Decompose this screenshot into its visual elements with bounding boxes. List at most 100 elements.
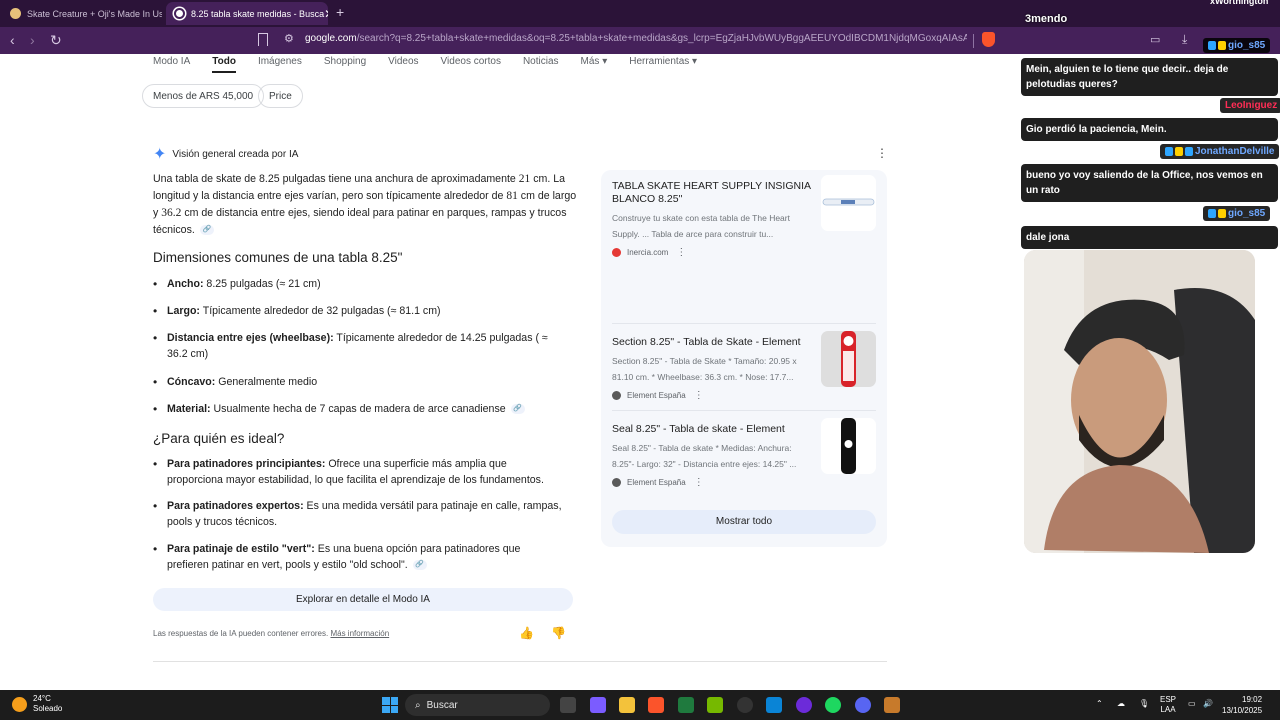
tab-herramientas[interactable]: Herramientas ▾ — [629, 56, 697, 67]
more-options-icon[interactable]: ⋮ — [676, 247, 686, 258]
task-view-icon[interactable] — [560, 697, 576, 713]
more-info-link[interactable]: Más información — [330, 629, 389, 638]
chat-message: dale jona — [1021, 226, 1278, 249]
tab-noticias[interactable]: Noticias — [523, 56, 559, 67]
clock-time: 19:02 — [1242, 695, 1263, 704]
weather-widget[interactable]: 24°C Soleado — [12, 694, 62, 714]
chat-username: xWorthington — [1210, 0, 1269, 6]
onedrive-icon[interactable]: ☁ — [1117, 699, 1125, 708]
site-name: Inercia.com — [627, 248, 669, 257]
more-options-icon[interactable]: ⋮ — [694, 390, 704, 401]
source-link-icon[interactable]: 🔗 — [510, 404, 525, 415]
close-tab-icon[interactable]: ✕ — [324, 7, 328, 21]
browser-tab-skate-creature[interactable]: Skate Creature + Oji's Made In Usa A — [2, 2, 162, 25]
list-item: Distancia entre ejes (wheelbase): Típica… — [153, 330, 565, 362]
source-card[interactable]: TABLA SKATE HEART SUPPLY INSIGNIA BLANCO… — [612, 175, 876, 258]
source-site: Element España ⋮ — [612, 477, 876, 488]
volume-icon[interactable]: 🔊 — [1203, 699, 1213, 708]
url-field[interactable]: google.com/search?q=8.25+tabla+skate+med… — [305, 33, 967, 44]
summary-number: 81 — [506, 190, 518, 202]
item-text: Usualmente hecha de 7 capas de madera de… — [210, 403, 506, 415]
tab-shopping[interactable]: Shopping — [324, 56, 366, 67]
download-icon[interactable]: ⤓ — [1182, 32, 1187, 47]
temperature: 24°C — [33, 694, 51, 703]
thumbs-up-icon[interactable]: 👍 — [519, 626, 534, 640]
keyboard-region: LAA — [1160, 705, 1176, 714]
twitch-icon[interactable] — [796, 697, 812, 713]
more-options-icon[interactable]: ⋮ — [694, 477, 704, 488]
explore-ai-mode-button[interactable]: Explorar en detalle el Modo IA — [153, 588, 573, 611]
search-results-page: Modo IA Todo Imágenes Shopping Videos Vi… — [0, 54, 1020, 690]
skateboard-deck-image-icon — [841, 331, 856, 387]
network-icon[interactable]: ▭ — [1188, 699, 1196, 708]
system-clock[interactable]: 19:02 13/10/2025 — [1222, 694, 1262, 716]
list-item: Para patinadores expertos: Es una medida… — [153, 498, 575, 530]
tab-videos[interactable]: Videos — [388, 56, 418, 67]
source-card[interactable]: Section 8.25" - Tabla de Skate - Element… — [612, 331, 876, 401]
source-site: Element España ⋮ — [612, 390, 876, 401]
source-link-icon[interactable]: 🔗 — [199, 225, 214, 236]
discord-icon[interactable] — [855, 697, 871, 713]
spotify-icon[interactable] — [825, 697, 841, 713]
source-snippet: Seal 8.25" - Tabla de skate * Medidas: A… — [612, 443, 797, 469]
search-placeholder: Buscar — [426, 699, 458, 711]
copilot-icon[interactable] — [590, 697, 606, 713]
browser-tab-search[interactable]: 8.25 tabla skate medidas - Busca ✕ — [166, 2, 328, 25]
new-tab-button[interactable]: + — [336, 4, 344, 20]
forward-arrow-icon[interactable]: › — [30, 32, 35, 48]
taskbar-search[interactable]: ⌕ Buscar — [405, 694, 550, 716]
tab-videos-cortos[interactable]: Videos cortos — [441, 56, 501, 67]
item-label: Para patinadores expertos: — [167, 500, 304, 512]
brave-browser-icon[interactable] — [648, 697, 664, 713]
tray-chevron-icon[interactable]: ⌃ — [1096, 699, 1103, 708]
reload-icon[interactable]: ↻ — [50, 32, 62, 49]
source-card[interactable]: Seal 8.25" - Tabla de skate - Element Se… — [612, 418, 876, 488]
file-explorer-icon[interactable] — [619, 697, 635, 713]
tab-imagenes[interactable]: Imágenes — [258, 56, 302, 67]
ai-overview-title: Visión general creada por IA — [172, 148, 299, 160]
filter-chip-price[interactable]: Price — [258, 84, 303, 108]
tab-title: Skate Creature + Oji's Made In Usa A — [27, 8, 162, 19]
show-all-sources-button[interactable]: Mostrar todo — [612, 510, 876, 534]
sidebar-icon[interactable]: ▭ — [1150, 33, 1160, 46]
tab-todo[interactable]: Todo — [212, 56, 236, 73]
nvidia-icon[interactable] — [707, 697, 723, 713]
back-arrow-icon[interactable]: ‹ — [10, 32, 15, 48]
language-indicator[interactable]: ESP LAA — [1160, 695, 1176, 715]
skateboard-thumbnail — [821, 418, 876, 474]
brave-shield-icon[interactable] — [982, 32, 995, 47]
site-settings-icon[interactable]: ⚙ — [284, 32, 294, 45]
thumbs-down-icon[interactable]: 👎 — [551, 626, 566, 640]
sun-icon — [12, 696, 27, 712]
chat-username: JonathanDelville — [1160, 144, 1280, 159]
filter-chip-price-range[interactable]: Menos de ARS 45,000 — [142, 84, 265, 108]
more-options-icon[interactable]: ⋮ — [876, 146, 888, 160]
item-label: Para patinadores principiantes: — [167, 458, 326, 470]
site-name: Element España — [627, 478, 686, 487]
gemini-sparkle-icon: ✦ — [153, 146, 167, 163]
summary-number: 21 — [518, 173, 531, 185]
badge-icon — [1208, 41, 1216, 50]
excel-icon[interactable] — [678, 697, 694, 713]
site-logo-icon — [612, 391, 621, 400]
badge-icon — [1208, 209, 1216, 218]
username-text: gio_s85 — [1228, 40, 1266, 51]
source-title: Seal 8.25" - Tabla de skate - Element — [612, 423, 785, 435]
tab-modo-ia[interactable]: Modo IA — [153, 56, 190, 67]
store-icon[interactable] — [766, 697, 782, 713]
bookmark-icon[interactable] — [258, 33, 268, 46]
microphone-icon[interactable]: 🎙 — [1139, 699, 1149, 708]
app-icon[interactable] — [884, 697, 900, 713]
chat-message: Gio perdió la paciencia, Mein. — [1021, 118, 1278, 141]
source-snippet: Construye tu skate con esta tabla de The… — [612, 213, 790, 239]
list-item: Para patinaje de estilo "vert": Es una b… — [153, 541, 555, 573]
windows-start-icon[interactable] — [382, 697, 398, 713]
url-path: /search?q=8.25+tabla+skate+medidas&oq=8.… — [356, 33, 967, 44]
obs-icon[interactable] — [737, 697, 753, 713]
badge-icon — [1175, 147, 1183, 156]
badge-icon — [1165, 147, 1173, 156]
source-link-icon[interactable]: 🔗 — [412, 560, 427, 571]
chat-username: LeoIniguez — [1220, 98, 1280, 113]
tab-mas[interactable]: Más ▾ — [581, 56, 608, 67]
chat-message: bueno yo voy saliendo de la Office, nos … — [1021, 164, 1278, 202]
